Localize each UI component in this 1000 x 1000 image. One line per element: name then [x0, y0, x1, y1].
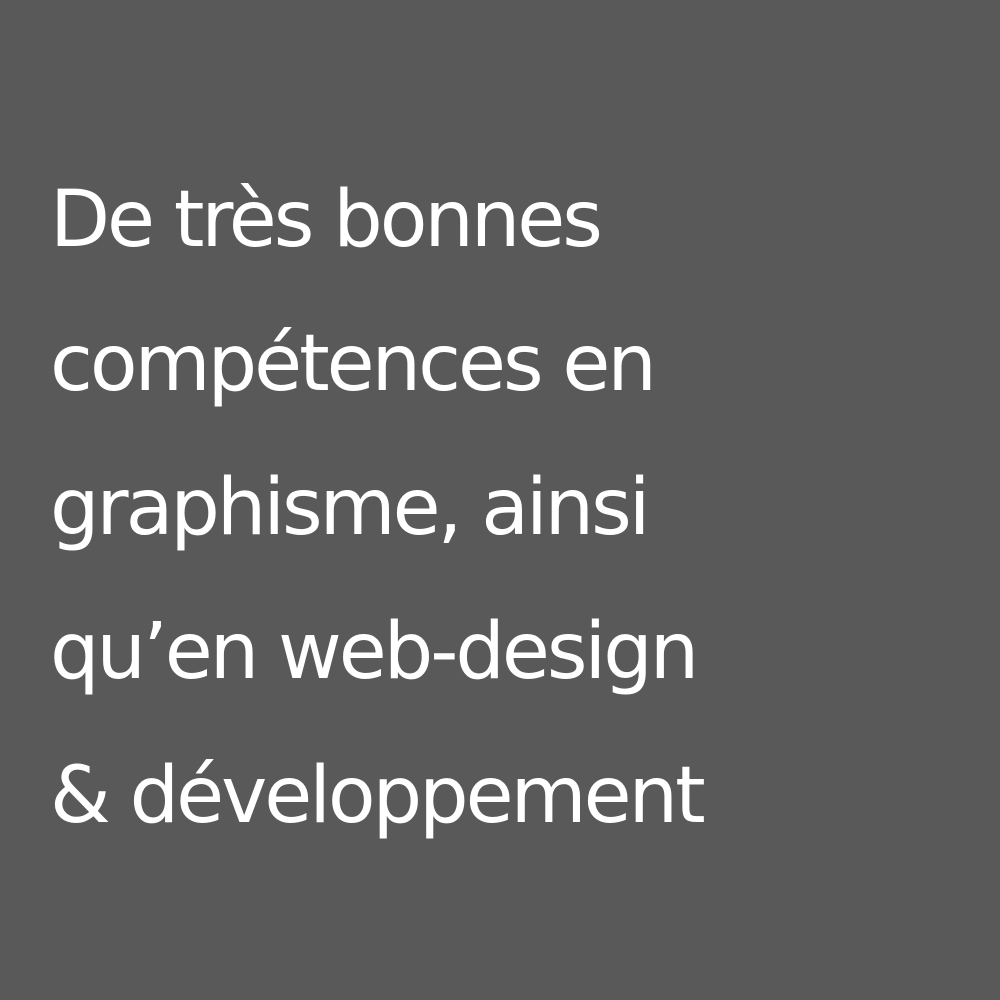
headline-line-1: De très bonnes [50, 175, 603, 265]
headline-text: De très bonnes compétences en graphisme,… [50, 148, 706, 868]
headline-line-3: graphisme, ainsi [50, 463, 650, 553]
headline-line-2: compétences en [50, 319, 657, 409]
text-card: De très bonnes compétences en graphisme,… [0, 0, 1000, 1000]
headline-line-5: & développement [50, 751, 706, 841]
headline-line-4: qu’en web-design [50, 607, 699, 697]
